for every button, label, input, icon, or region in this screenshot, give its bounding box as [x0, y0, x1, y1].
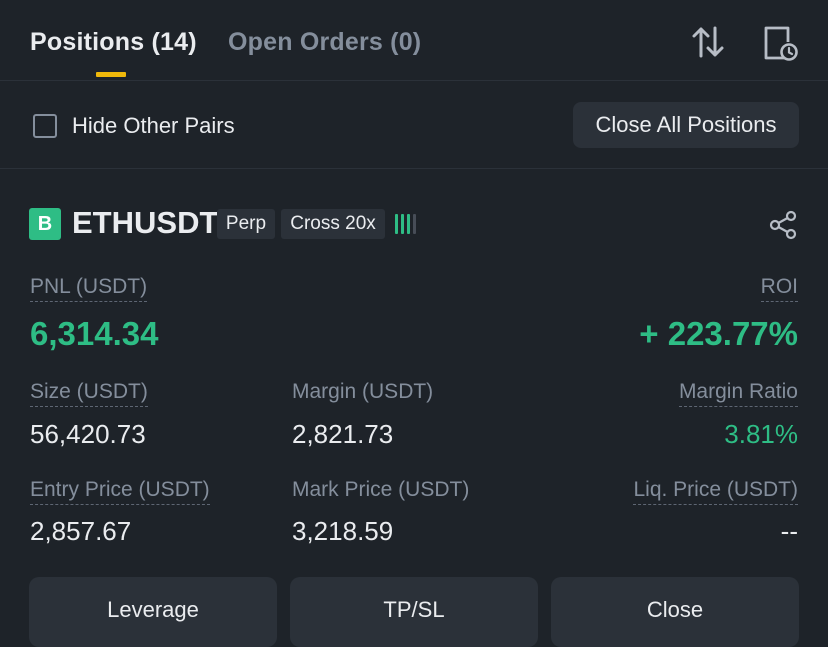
position-tabs: Positions (14) Open Orders (0)	[0, 0, 828, 81]
margin-ratio-label[interactable]: Margin Ratio	[678, 380, 798, 407]
entry-price-value: 2,857.67	[30, 516, 132, 546]
filter-row: Hide Other Pairs Close All Positions	[0, 80, 828, 169]
size-value: 56,420.73	[30, 419, 146, 449]
buy-side-badge: B	[29, 208, 61, 240]
sort-arrows-icon[interactable]	[690, 24, 726, 60]
share-icon[interactable]	[768, 210, 798, 240]
hide-other-pairs-checkbox[interactable]	[33, 114, 57, 138]
mark-price-label: Mark Price (USDT)	[292, 478, 470, 501]
tab-open-orders[interactable]: Open Orders (0)	[228, 28, 421, 57]
leverage-button[interactable]: Leverage	[29, 577, 277, 647]
close-position-button[interactable]: Close	[551, 577, 799, 647]
pnl-label[interactable]: PNL (USDT)	[30, 275, 148, 302]
margin-mode-tag[interactable]: Cross 20x	[281, 209, 385, 239]
hide-other-pairs-label[interactable]: Hide Other Pairs	[72, 113, 235, 139]
contract-type-tag: Perp	[217, 209, 275, 239]
history-document-icon[interactable]	[760, 24, 798, 62]
adl-indicator-icon	[394, 212, 418, 236]
tab-positions[interactable]: Positions (14)	[30, 28, 197, 57]
tpsl-button[interactable]: TP/SL	[290, 577, 538, 647]
liq-price-label[interactable]: Liq. Price (USDT)	[633, 478, 798, 505]
position-header: B ETHUSDT Perp Cross 20x	[0, 200, 828, 250]
position-symbol[interactable]: ETHUSDT	[72, 205, 218, 241]
close-all-positions-button[interactable]: Close All Positions	[573, 102, 799, 148]
roi-value: + 223.77%	[639, 315, 798, 352]
roi-label[interactable]: ROI	[760, 275, 798, 302]
mark-price-value: 3,218.59	[292, 516, 394, 546]
active-tab-indicator	[96, 72, 126, 77]
pnl-value: 6,314.34	[30, 315, 159, 352]
margin-label: Margin (USDT)	[292, 380, 434, 403]
margin-value: 2,821.73	[292, 419, 394, 449]
liq-price-value: --	[780, 516, 798, 546]
entry-price-label[interactable]: Entry Price (USDT)	[30, 478, 210, 505]
margin-ratio-value: 3.81%	[724, 419, 798, 449]
size-label[interactable]: Size (USDT)	[30, 380, 148, 407]
